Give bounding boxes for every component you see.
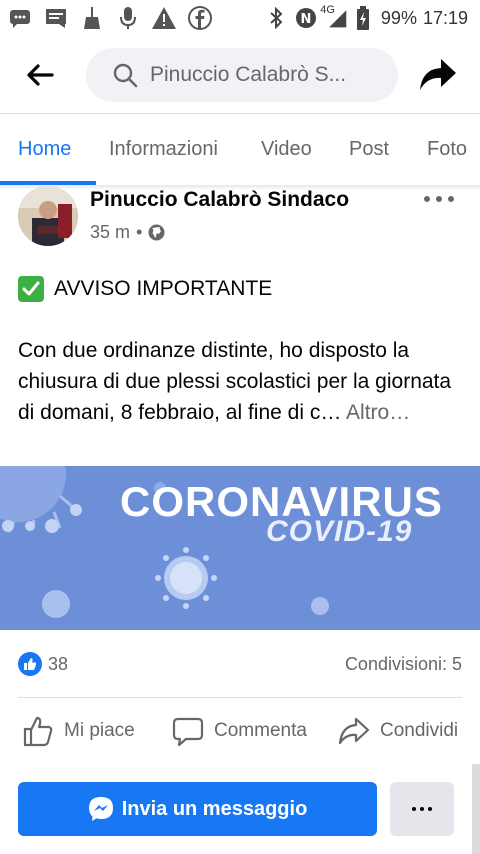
bluetooth-icon [264, 7, 288, 29]
reactions-divider [18, 697, 462, 698]
likes-count: 38 [48, 653, 69, 674]
status-bar-left [8, 6, 212, 30]
broom-icon [80, 7, 104, 29]
nfc-icon: N [294, 7, 318, 29]
dot [448, 196, 454, 202]
scrollbar[interactable] [472, 764, 480, 854]
meta-separator: • [136, 222, 143, 242]
search-text: Pinuccio Calabrò S... [150, 63, 347, 86]
svg-text:N: N [301, 12, 312, 27]
send-message-button[interactable]: Invia un messaggio [18, 782, 377, 836]
tab-post[interactable]: Post [349, 138, 389, 161]
share-page-button[interactable] [418, 54, 458, 94]
comment-label: Commenta [214, 720, 307, 741]
search-icon [113, 63, 138, 88]
top-bar: Pinuccio Calabrò S... [0, 36, 480, 114]
post-title-text: AVVISO IMPORTANTE [54, 277, 273, 300]
share-arrow-icon [420, 59, 456, 90]
dot [424, 196, 430, 202]
post-author[interactable]: Pinuccio Calabrò Sindaco [90, 188, 349, 212]
tab-informazioni[interactable]: Informazioni [109, 138, 218, 161]
arrow-left-icon [27, 64, 54, 86]
share-label: Condividi [380, 720, 459, 741]
post-body: Con due ordinanze distinte, ho disposto … [18, 335, 468, 428]
comment-button[interactable]: Commenta [172, 714, 307, 748]
tab-foto[interactable]: Foto [427, 138, 467, 161]
send-message-label: Invia un messaggio [121, 797, 308, 820]
message-icon [8, 7, 32, 29]
post-time[interactable]: 35 m [90, 222, 130, 243]
share-icon [338, 717, 370, 745]
microphone-icon [116, 7, 140, 29]
dot [420, 807, 424, 811]
sms-icon [44, 7, 68, 29]
avatar[interactable] [18, 186, 78, 246]
status-bar: N 4G 99% 17:19 [0, 0, 480, 36]
share-button[interactable]: Condividi [338, 714, 458, 748]
like-button[interactable]: Mi piace [22, 714, 135, 748]
messenger-icon [88, 797, 113, 821]
warning-icon [152, 7, 176, 29]
facebook-icon [188, 6, 212, 30]
battery-icon [351, 6, 375, 30]
post-title: AVVISO IMPORTANTE [18, 276, 272, 302]
status-bar-right: N 4G 99% 17:19 [264, 4, 468, 30]
dot [436, 196, 442, 202]
back-button[interactable] [22, 60, 58, 90]
check-mark-icon [18, 276, 44, 302]
dot [412, 807, 416, 811]
thumbs-up-icon [23, 716, 53, 747]
tab-video[interactable]: Video [261, 138, 312, 161]
post-options-button[interactable] [424, 190, 454, 208]
more-options-button[interactable] [390, 782, 454, 836]
comment-icon [172, 717, 204, 747]
like-label: Mi piace [64, 720, 135, 741]
tab-home[interactable]: Home [18, 138, 71, 161]
image-subtitle: COVID-19 [266, 515, 413, 548]
dot [428, 807, 432, 811]
post-meta: 35 m • [90, 222, 165, 243]
battery-percent: 99% [380, 7, 417, 28]
search-bar[interactable]: Pinuccio Calabrò S... [86, 48, 398, 102]
network-label: 4G [320, 4, 335, 16]
see-more-link[interactable]: Altro… [346, 401, 410, 424]
page-tabs: Home Informazioni Video Post Foto [0, 114, 480, 186]
shares-count[interactable]: Condivisioni: 5 [345, 654, 462, 675]
like-reaction-icon [18, 652, 42, 676]
clock: 17:19 [422, 7, 468, 28]
globe-icon [148, 224, 165, 241]
reactions-summary[interactable]: 38 [18, 652, 68, 676]
